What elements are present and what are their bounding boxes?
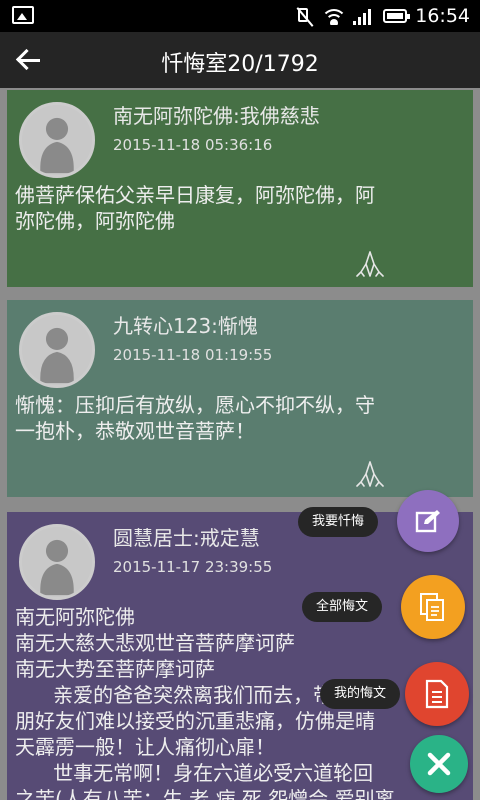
avatar[interactable] <box>19 102 95 178</box>
status-icons: 16:54 <box>295 4 470 28</box>
close-menu-button[interactable] <box>410 735 468 793</box>
my-confessions-label[interactable]: 我的悔文 <box>320 679 401 709</box>
confession-card[interactable]: 九转心123:惭愧 2015-11-18 01:19:55 惭愧：压抑后有放纵，… <box>7 300 473 497</box>
mute-icon <box>295 6 315 26</box>
all-confessions-button[interactable] <box>401 575 465 639</box>
post-date: 2015-11-18 05:36:16 <box>113 136 273 154</box>
page-title: 忏悔室20/1792 <box>161 52 319 77</box>
confess-button[interactable] <box>397 490 459 552</box>
all-confessions-label[interactable]: 全部悔文 <box>302 592 383 622</box>
post-author[interactable]: 南无阿弥陀佛:我佛慈悲 <box>113 100 320 129</box>
confession-card[interactable]: 南无阿弥陀佛:我佛慈悲 2015-11-18 05:36:16 佛菩萨保佑父亲早… <box>7 90 473 287</box>
status-bar: 16:54 <box>0 0 480 32</box>
post-date: 2015-11-17 23:39:55 <box>113 558 273 576</box>
post-author[interactable]: 九转心123:惭愧 <box>113 310 258 339</box>
confess-label[interactable]: 我要忏悔 <box>298 507 379 537</box>
close-icon <box>427 752 451 776</box>
battery-icon <box>383 9 411 23</box>
app-header: 忏悔室20/1792 <box>0 32 480 88</box>
signal-icon <box>353 7 375 25</box>
post-content: 惭愧：压抑后有放纵，愿心不抑不纵，守 一抱朴，恭敬观世音菩萨！ <box>15 393 375 443</box>
post-content: 佛菩萨保佑父亲早日康复，阿弥陀佛，阿 弥陀佛，阿弥陀佛 <box>15 183 375 233</box>
documents-icon <box>420 593 444 621</box>
avatar[interactable] <box>19 524 95 600</box>
post-author[interactable]: 圆慧居士:戒定慧 <box>113 522 260 551</box>
status-time: 16:54 <box>415 5 470 27</box>
my-confessions-button[interactable] <box>405 662 469 726</box>
document-list-icon <box>425 679 449 709</box>
gallery-notification-icon <box>12 6 34 24</box>
praying-hands-icon[interactable] <box>355 460 385 488</box>
edit-icon <box>415 510 440 533</box>
wifi-icon <box>323 7 346 25</box>
praying-hands-icon[interactable] <box>355 250 385 278</box>
avatar[interactable] <box>19 312 95 388</box>
confession-card[interactable]: 圆慧居士:戒定慧 2015-11-17 23:39:55 南无阿弥陀佛 南无大慈… <box>7 512 473 800</box>
post-date: 2015-11-18 01:19:55 <box>113 346 273 364</box>
